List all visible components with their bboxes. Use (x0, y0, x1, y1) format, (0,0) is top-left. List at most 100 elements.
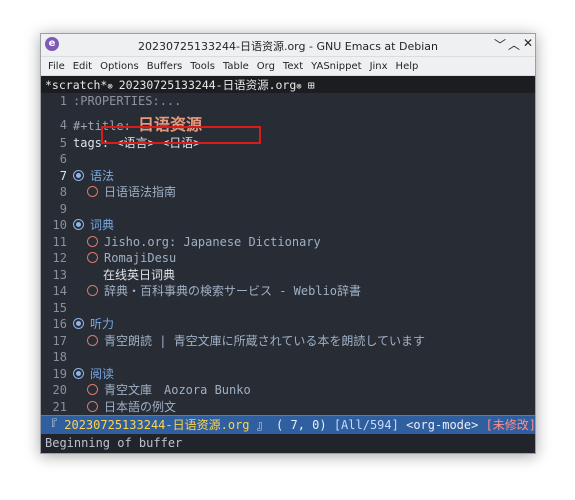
editor-line: 4 #+title: 日语资源 (41, 115, 535, 135)
line-number: 9 (59, 201, 67, 216)
line-number: 14 (52, 284, 67, 298)
heading-text: 阅读 (90, 366, 115, 381)
editor-line: 15 (41, 300, 535, 317)
editor-line: 11 Jisho.org: Japanese Dictionary (41, 234, 535, 251)
modeline-bracket: 』 (256, 418, 269, 432)
line-number: 17 (52, 333, 67, 348)
maximize-button[interactable]: ︿ (507, 36, 521, 53)
heading-grammar[interactable]: 语法 (73, 168, 114, 185)
menu-text[interactable]: Text (279, 61, 307, 72)
minimize-button[interactable]: ﹀ (493, 36, 507, 53)
menu-jinx[interactable]: Jinx (366, 61, 392, 72)
window-title: 20230725133244-日语资源.org - GNU Emacs at D… (138, 40, 438, 53)
menu-table[interactable]: Table (219, 61, 253, 72)
link-text[interactable]: Jisho.org: Japanese Dictionary (104, 235, 321, 249)
link-text[interactable]: RomajiDesu (104, 251, 176, 265)
list-bullet-icon (87, 334, 98, 346)
list-item: 青空朗読 | 青空文庫に所蔵されている本を朗読しています (87, 333, 425, 350)
editor-line: 18 (41, 349, 535, 366)
line-number: 7 (59, 168, 67, 183)
heading-text: 词典 (90, 218, 115, 232)
editor-line: 1 :PROPERTIES:... (41, 93, 535, 110)
menu-yasnippet[interactable]: YASnippet (307, 61, 365, 72)
title-line: #+title: 日语资源 (73, 115, 202, 136)
editor-line: 14 辞典・百科事典の検索サービス - Weblio辞書 (41, 283, 535, 300)
modeline-position: ( 7, 0) (276, 418, 327, 432)
menu-options[interactable]: Options (96, 61, 143, 72)
modeline-major-mode[interactable]: <org-mode> (406, 418, 478, 432)
list-bullet-icon (87, 285, 98, 296)
heading-text: 语法 (90, 168, 115, 183)
heading-bullet-icon (73, 169, 84, 181)
line-number: 1 (59, 94, 67, 108)
link-text[interactable]: 辞典・百科事典の検索サービス - Weblio辞書 (104, 284, 361, 298)
line-number: 4 (59, 117, 67, 132)
modeline-buffer-name[interactable]: 20230725133244-日语资源.org (64, 418, 249, 432)
new-tab-icon[interactable]: ⊞ (308, 78, 321, 92)
tags-line: tags: <语言> <日语> (73, 135, 201, 150)
heading-bullet-icon (73, 219, 84, 230)
line-number: 21 (52, 399, 67, 414)
line-number: 13 (52, 267, 67, 282)
tab-close-icon[interactable]: ⊗ (296, 82, 301, 92)
list-bullet-icon (87, 186, 98, 197)
menu-buffers[interactable]: Buffers (143, 61, 187, 72)
editor-area[interactable]: 1 :PROPERTIES:... 4 #+title: 日语资源 5 tags… (41, 93, 535, 414)
editor-line: 20 青空文庫 Aozora Bunko (41, 382, 535, 399)
modeline-status: [未修改] (485, 418, 537, 432)
editor-line: 8 日语语法指南 (41, 184, 535, 201)
editor-line: 19 阅读 (41, 366, 535, 383)
close-button[interactable]: ✕ (521, 36, 535, 50)
menu-help[interactable]: Help (392, 61, 423, 72)
heading-bullet-icon (73, 318, 84, 329)
list-item: 辞典・百科事典の検索サービス - Weblio辞書 (87, 283, 361, 300)
tab-label: *scratch* (45, 77, 108, 92)
tab-org-file[interactable]: 20230725133244-日语资源.org⊗ (119, 77, 308, 93)
properties-drawer[interactable]: :PROPERTIES:... (73, 93, 181, 110)
editor-line: 9 (41, 201, 535, 218)
editor-line: 13 在线英日词典 (41, 267, 535, 284)
heading-listening[interactable]: 听力 (73, 316, 114, 333)
menu-bar: File Edit Options Buffers Tools Table Or… (41, 57, 535, 76)
link-text[interactable]: 青空朗読 | 青空文庫に所蔵されている本を朗読しています (104, 334, 425, 348)
document-title: 日语资源 (138, 114, 203, 134)
editor-line: 7 语法 (41, 168, 535, 185)
menu-edit[interactable]: Edit (69, 61, 96, 72)
editor-line: 10 词典 (41, 217, 535, 234)
list-item: 日语语法指南 (87, 184, 176, 201)
tab-scratch[interactable]: *scratch*⊗ (45, 78, 119, 92)
heading-reading[interactable]: 阅读 (73, 366, 114, 383)
link-text[interactable]: 青空文庫 Aozora Bunko (104, 383, 251, 397)
menu-file[interactable]: File (44, 61, 69, 72)
list-item: Jisho.org: Japanese Dictionary (87, 234, 321, 251)
heading-bullet-icon (73, 367, 84, 379)
menu-tools[interactable]: Tools (186, 61, 219, 72)
list-item: 日本語の例文 (87, 399, 176, 416)
description-text: 在线英日词典 (103, 267, 176, 282)
list-item: RomajiDesu (87, 250, 176, 267)
mode-line[interactable]: 『 20230725133244-日语资源.org 』 ( 7, 0) [All… (41, 415, 537, 434)
line-number: 15 (52, 300, 67, 315)
tab-bar: *scratch*⊗ 20230725133244-日语资源.org⊗ ⊞ (41, 76, 535, 93)
list-bullet-icon (87, 400, 98, 412)
line-number: 5 (59, 135, 67, 150)
heading-dictionary[interactable]: 词典 (73, 217, 114, 234)
title-bar: e 20230725133244-日语资源.org - GNU Emacs at… (41, 34, 535, 57)
list-bullet-icon (87, 384, 98, 395)
list-bullet-icon (87, 252, 98, 263)
tab-close-icon[interactable]: ⊗ (107, 82, 112, 92)
title-keyword: #+title: (73, 118, 131, 133)
list-item: 青空文庫 Aozora Bunko (87, 382, 251, 399)
link-text[interactable]: 日本語の例文 (104, 400, 176, 414)
editor-line: 5 tags: <语言> <日语> (41, 135, 535, 152)
line-number: 6 (59, 152, 67, 166)
line-number: 16 (52, 317, 67, 331)
link-text[interactable]: 日语语法指南 (104, 185, 176, 199)
line-number: 12 (52, 251, 67, 265)
editor-line: 16 听力 (41, 316, 535, 333)
menu-org[interactable]: Org (253, 61, 279, 72)
line-number: 18 (52, 350, 67, 364)
modeline-scroll: [All/594] (333, 418, 399, 432)
line-number: 19 (52, 366, 67, 381)
editor-line: 12 RomajiDesu (41, 250, 535, 267)
